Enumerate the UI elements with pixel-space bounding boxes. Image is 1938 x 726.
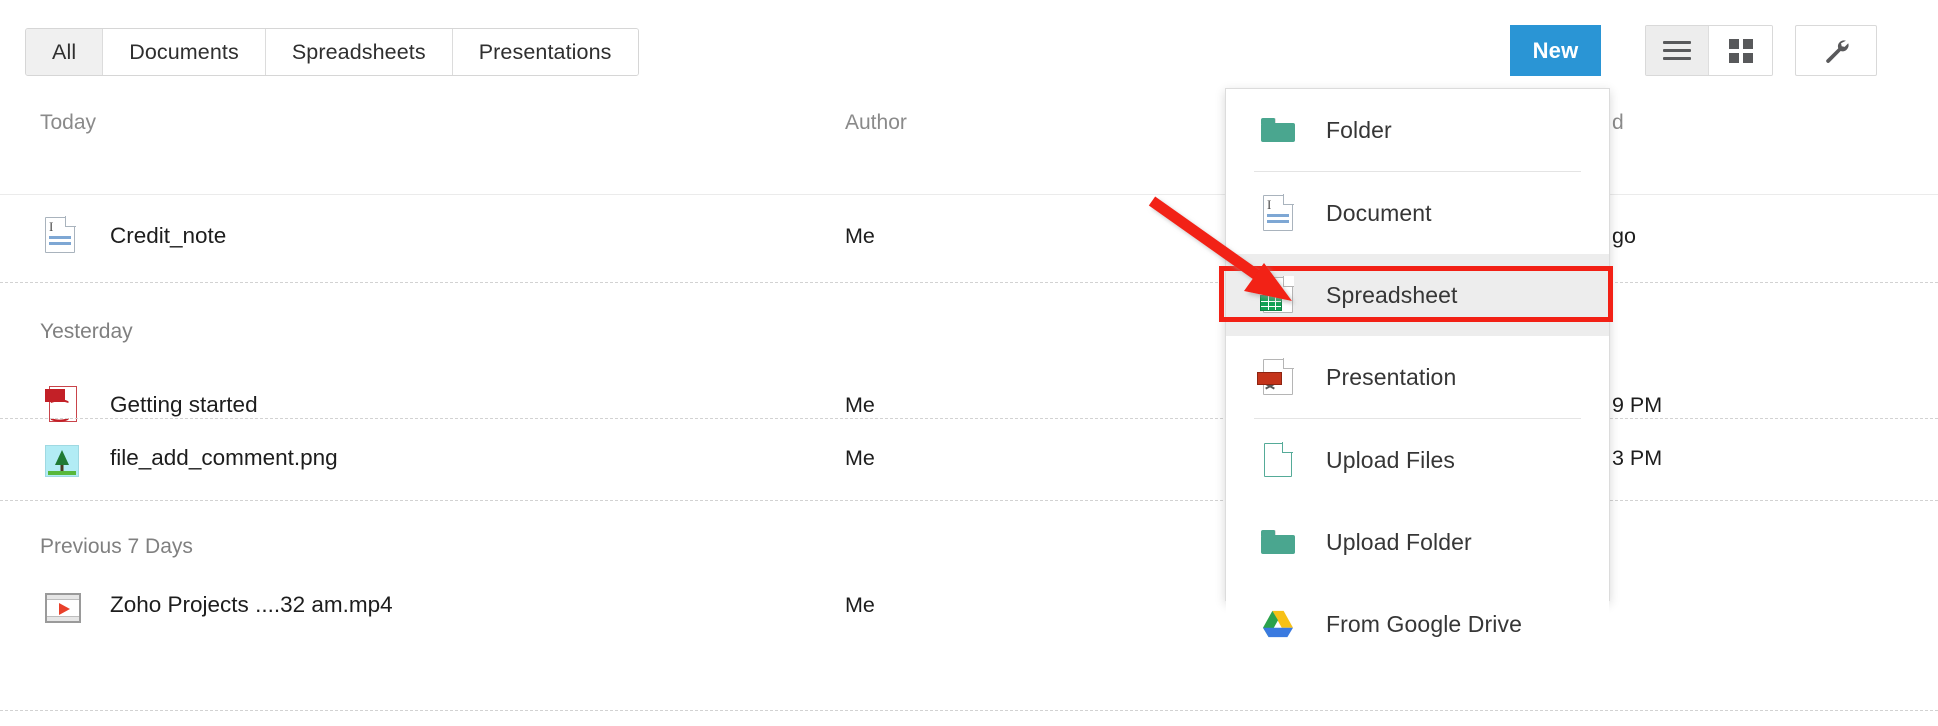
new-dropdown-menu: Folder I Document Spreadsheet Presentati…: [1225, 88, 1610, 601]
list-view-button[interactable]: [1646, 26, 1709, 75]
row-separator: [0, 282, 1938, 283]
tab-documents[interactable]: Documents: [103, 29, 266, 75]
tab-presentations[interactable]: Presentations: [453, 29, 638, 75]
table-row[interactable]: I Credit_note Me go: [0, 195, 1938, 279]
menu-item-upload-files-label: Upload Files: [1326, 447, 1455, 474]
table-row[interactable]: Zoho Projects ....32 am.mp4 Me Feb 22: [0, 550, 1938, 634]
tab-all[interactable]: All: [26, 29, 103, 75]
column-header-author: Author: [845, 111, 907, 135]
menu-item-presentation-label: Presentation: [1326, 364, 1456, 391]
menu-item-presentation[interactable]: Presentation: [1226, 336, 1609, 418]
wrench-icon: [1822, 37, 1850, 65]
table-row[interactable]: file_add_comment.png Me 3 PM: [0, 418, 1938, 502]
file-modified: go: [1612, 224, 1636, 249]
google-drive-icon: [1261, 605, 1295, 643]
file-author: Me: [845, 446, 875, 471]
tab-documents-label: Documents: [129, 40, 239, 65]
grid-view-icon: [1729, 39, 1753, 63]
file-name: file_add_comment.png: [110, 445, 338, 471]
new-button-label: New: [1533, 38, 1579, 64]
menu-item-spreadsheet-label: Spreadsheet: [1326, 282, 1458, 309]
table-row[interactable]: ⁐ Getting started Me 9 PM: [0, 330, 1938, 414]
upload-folder-icon: [1261, 523, 1295, 561]
image-file-icon: [45, 445, 79, 483]
file-author: Me: [845, 393, 875, 418]
hamburger-list-icon: [1663, 41, 1691, 60]
menu-item-upload-files[interactable]: Upload Files: [1226, 419, 1609, 501]
menu-item-spreadsheet[interactable]: Spreadsheet: [1226, 254, 1609, 336]
presentation-icon: [1261, 358, 1295, 396]
settings-button[interactable]: [1795, 25, 1877, 76]
app-root: All Documents Spreadsheets Presentations…: [0, 0, 1938, 726]
filter-tabs: All Documents Spreadsheets Presentations: [25, 28, 639, 76]
video-file-icon: [45, 593, 79, 631]
column-header-row: Today Author d: [0, 88, 1938, 160]
menu-item-from-google-drive[interactable]: From Google Drive: [1226, 583, 1609, 665]
folder-icon: [1261, 111, 1295, 149]
menu-item-document-label: Document: [1326, 200, 1432, 227]
tab-spreadsheets[interactable]: Spreadsheets: [266, 29, 453, 75]
document-file-icon: I: [45, 217, 79, 255]
group-header-today: Today: [40, 111, 96, 135]
column-header-modified: d: [1612, 111, 1624, 135]
file-modified: 9 PM: [1612, 393, 1662, 418]
top-toolbar: All Documents Spreadsheets Presentations…: [0, 0, 1938, 88]
view-toggle-group: [1645, 25, 1773, 76]
tab-presentations-label: Presentations: [479, 40, 612, 65]
tab-all-label: All: [52, 40, 76, 65]
document-icon: I: [1261, 194, 1295, 232]
file-modified: 3 PM: [1612, 446, 1662, 471]
spreadsheet-icon: [1261, 276, 1295, 314]
menu-item-document[interactable]: I Document: [1226, 172, 1609, 254]
menu-item-from-google-drive-label: From Google Drive: [1326, 611, 1522, 638]
file-name: Zoho Projects ....32 am.mp4: [110, 592, 393, 618]
row-separator: [0, 710, 1938, 711]
file-author: Me: [845, 224, 875, 249]
menu-item-upload-folder[interactable]: Upload Folder: [1226, 501, 1609, 583]
row-separator: [0, 500, 1938, 501]
file-author: Me: [845, 593, 875, 618]
menu-item-folder[interactable]: Folder: [1226, 89, 1609, 171]
menu-item-folder-label: Folder: [1326, 117, 1392, 144]
file-name: Credit_note: [110, 223, 226, 249]
file-name: Getting started: [110, 392, 258, 418]
grid-view-button[interactable]: [1709, 26, 1772, 75]
tab-spreadsheets-label: Spreadsheets: [292, 40, 426, 65]
menu-item-upload-folder-label: Upload Folder: [1326, 529, 1472, 556]
upload-file-icon: [1261, 441, 1295, 479]
new-button[interactable]: New: [1510, 25, 1601, 76]
